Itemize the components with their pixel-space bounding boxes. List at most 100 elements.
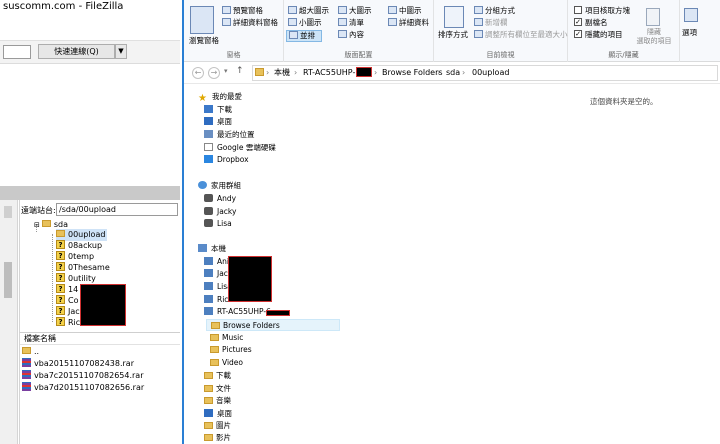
nav-home-user[interactable]: Andy (204, 193, 236, 205)
network-drive-icon (204, 295, 213, 303)
breadcrumb-browse-folders[interactable]: Browse Folders (382, 68, 443, 78)
layout-extra-large-icons[interactable]: 超大圖示 (288, 6, 329, 16)
remote-site-input[interactable]: /sda/00upload (56, 203, 178, 216)
nav-item-browse-folders[interactable]: Browse Folders (206, 319, 340, 331)
nav-lib-desktop[interactable]: 桌面 (204, 408, 232, 420)
back-arrow-icon[interactable]: ← (192, 67, 204, 79)
nav-lib-documents[interactable]: 文件 (204, 383, 231, 395)
rar-archive-icon (22, 358, 31, 367)
sort-by-button[interactable]: 排序方式 (438, 30, 468, 40)
file-row[interactable]: vba7d20151107082656.rar (22, 382, 144, 394)
unknown-folder-icon: ? (56, 240, 65, 249)
options-button[interactable]: 選項 (682, 28, 697, 38)
ribbon-group-current-view: 排序方式 分組方式 新增欄 調整所有欄位至最適大小 目前檢視 (434, 0, 568, 62)
layout-list[interactable]: 清單 (338, 18, 364, 28)
folder-icon (204, 384, 213, 392)
nav-lib-pictures[interactable]: 圖片 (204, 420, 231, 432)
breadcrumb-this-pc[interactable]: 本機 (274, 68, 290, 78)
up-arrow-icon[interactable]: ↑ (236, 66, 244, 76)
details-pane-button[interactable]: 詳細資料窗格 (222, 18, 278, 28)
nav-item-pictures[interactable]: Pictures (210, 344, 252, 356)
layout-medium-icons[interactable]: 中圖示 (388, 6, 422, 16)
layout-details[interactable]: 詳細資料 (388, 18, 429, 28)
layout-tiles[interactable]: 並排 (286, 30, 322, 42)
recent-dropdown-icon[interactable]: ▾ (224, 67, 228, 75)
nav-network-share[interactable]: Ani (204, 256, 229, 268)
hide-selected-button[interactable]: 隱藏 選取的項目 (632, 28, 676, 46)
layout-large-icons[interactable]: 大圖示 (338, 6, 372, 16)
checkbox-checked[interactable]: ✓ (574, 18, 582, 26)
group-by-button[interactable]: 分組方式 (474, 6, 515, 16)
item-checkbox-toggle[interactable]: 項目核取方塊 (574, 6, 630, 16)
filezilla-title: suscomm.com - FileZilla (0, 0, 180, 14)
hide-selected-icon (646, 8, 660, 26)
ribbon-group-label: 版面配置 (344, 51, 373, 59)
local-scrollbar-thumb[interactable] (4, 262, 12, 298)
recent-places-icon (204, 130, 213, 138)
checkbox[interactable] (574, 6, 582, 14)
nav-homegroup[interactable]: 家用群組 (198, 180, 241, 192)
nav-favorites[interactable]: ★ 我的最愛 (198, 91, 242, 104)
nav-network-share[interactable]: Jac (204, 268, 228, 280)
column-header-filename[interactable]: 檔案名稱 (20, 333, 180, 345)
nav-network-share[interactable]: Ric (204, 294, 228, 306)
unknown-folder-icon: ? (56, 295, 65, 304)
folder-icon (210, 345, 219, 353)
nav-lib-music[interactable]: 音樂 (204, 395, 231, 407)
nav-lib-videos[interactable]: 影片 (204, 432, 231, 444)
nav-item-music[interactable]: Music (210, 332, 243, 344)
add-column-button[interactable]: 新增欄 (474, 18, 508, 28)
nav-lib-downloads[interactable]: 下載 (204, 370, 231, 382)
layout-content[interactable]: 內容 (338, 30, 364, 40)
redaction-block (266, 310, 290, 316)
network-drive-icon (204, 269, 213, 277)
nav-item-dropbox[interactable]: Dropbox (204, 154, 249, 166)
nav-item-video[interactable]: Video (210, 357, 243, 369)
file-row[interactable]: vba7c20151107082654.rar (22, 370, 143, 382)
dropbox-icon (204, 155, 213, 163)
file-row[interactable]: vba20151107082438.rar (22, 358, 134, 370)
nav-this-pc[interactable]: 本機 (198, 243, 226, 255)
navigation-pane-button[interactable]: 瀏覽窗格 (186, 36, 222, 46)
forward-arrow-icon[interactable]: → (208, 67, 220, 79)
nav-home-user[interactable]: Jacky (204, 206, 236, 218)
checkbox-checked[interactable]: ✓ (574, 30, 582, 38)
folder-icon (41, 220, 51, 227)
details-icon (388, 18, 397, 26)
quickconnect-button[interactable]: 快速連線(Q) (38, 44, 115, 59)
layout-small-icons[interactable]: 小圖示 (288, 18, 322, 28)
breadcrumb-00upload[interactable]: 00upload (472, 68, 509, 78)
breadcrumb-router[interactable]: RT-AC55UHP-6 (303, 68, 360, 78)
network-drive-icon (204, 257, 213, 265)
unknown-folder-icon: ? (56, 251, 65, 260)
star-icon: ★ (198, 93, 207, 104)
file-row-parent[interactable]: .. (22, 346, 39, 358)
content-icon (338, 30, 347, 38)
folder-icon (56, 230, 65, 237)
nav-router[interactable]: RT-AC55UHP-6 (204, 306, 271, 318)
google-drive-icon (204, 143, 213, 151)
folder-icon (210, 333, 219, 341)
quickconnect-dropdown-icon[interactable]: ▼ (115, 44, 127, 59)
quickconnect-port-input[interactable] (3, 45, 31, 59)
folder-icon (22, 347, 31, 354)
nav-item-downloads[interactable]: 下載 (204, 104, 232, 116)
fit-columns-button[interactable]: 調整所有欄位至最適大小 (474, 30, 568, 40)
nav-item-google-drive[interactable]: Google 雲端硬碟 (204, 142, 276, 154)
ribbon-group-label: 目前檢視 (486, 51, 515, 59)
file-extension-toggle[interactable]: ✓ 副檔名 (574, 18, 608, 28)
ribbon-group-layout: 超大圖示 大圖示 中圖示 小圖示 清單 詳細資料 並排 內容 版面配置 (284, 0, 434, 62)
local-scrollbar-thumb-top[interactable] (4, 206, 12, 218)
tree-item[interactable]: ? Ric (56, 317, 80, 329)
nav-item-recent[interactable]: 最近的位置 (204, 129, 255, 141)
unknown-folder-icon: ? (56, 317, 65, 326)
redaction-block (228, 256, 272, 302)
homegroup-icon (198, 181, 207, 189)
nav-home-user[interactable]: Lisa (204, 218, 232, 230)
preview-pane-button[interactable]: 預覽窗格 (222, 6, 263, 16)
breadcrumb-sda[interactable]: sda (446, 68, 460, 78)
folder-icon (204, 396, 213, 404)
hidden-items-toggle[interactable]: ✓ 隱藏的項目 (574, 30, 623, 40)
folder-icon (210, 358, 219, 366)
nav-item-desktop[interactable]: 桌面 (204, 116, 232, 128)
